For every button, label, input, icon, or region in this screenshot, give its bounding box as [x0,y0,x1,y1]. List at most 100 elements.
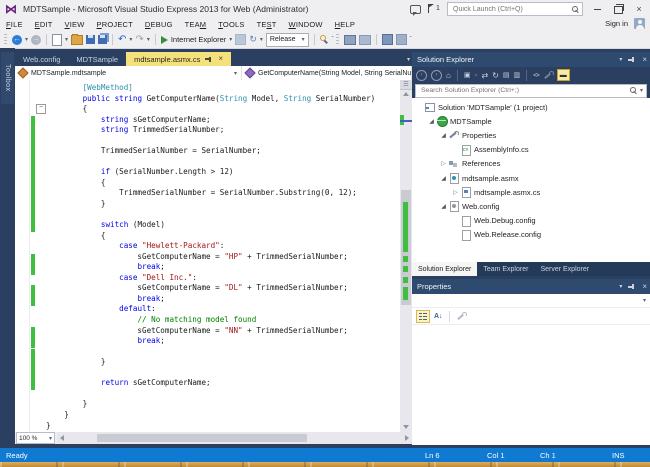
scroll-left-arrow[interactable] [57,432,67,444]
show-all-files-icon[interactable]: ▥ [514,71,521,79]
toolbar-grip-2[interactable] [336,34,339,45]
toolbox-tab[interactable]: Toolbox [1,52,14,104]
menu-tools[interactable]: TOOLS [212,20,250,29]
code-line[interactable]: case "Dell Inc.": [46,273,375,284]
properties-titlebar[interactable]: Properties ▾ × [412,279,650,294]
code-line[interactable]: if (SerialNumber.Length > 12) [46,167,375,178]
alphabetical-sort-icon[interactable]: A↓ [434,313,443,320]
properties-position-dropdown-icon[interactable]: ▾ [619,283,622,290]
tree-item-mdtsample-asmx[interactable]: ◢mdtsample.asmx [412,171,650,185]
tree-item-references[interactable]: ▷References [412,157,650,171]
solution-search-input[interactable] [419,86,626,95]
solution-explorer-titlebar[interactable]: Solution Explorer ▾ × [412,52,650,67]
extension-button-1[interactable] [382,34,393,45]
zoom-level-combo[interactable]: 100 % ▾ [16,432,55,444]
user-avatar-icon[interactable] [634,18,645,29]
quick-launch-input[interactable] [451,5,571,14]
code-line[interactable]: case "Hewlett-Packard": [46,241,375,252]
horizontal-scroll-thumb[interactable] [97,434,307,442]
properties-object-combo[interactable]: ▾ [412,294,650,308]
browser-target-label[interactable]: Internet Explorer [171,35,226,44]
save-button[interactable] [86,35,95,44]
code-line[interactable]: break; [46,294,375,305]
open-file-button[interactable] [71,35,83,45]
redo-button[interactable]: ↷ [135,35,143,45]
sign-in-link[interactable]: Sign in [605,19,628,28]
close-panel-icon[interactable]: × [642,55,647,64]
save-all-button[interactable] [98,35,107,44]
explorer-tab-server-explorer[interactable]: Server Explorer [534,262,595,276]
search-options-dropdown-icon[interactable]: ▾ [640,87,643,94]
nest-files-button[interactable] [359,35,371,45]
refresh-dropdown-icon[interactable]: ▾ [260,36,263,43]
tree-item-mdtsample[interactable]: ◢MDTSample [412,114,650,128]
iis-settings-button[interactable] [344,35,356,45]
properties-close-icon[interactable]: × [642,282,647,291]
undo-dropdown-icon[interactable]: ▾ [129,36,132,43]
method-dropdown[interactable]: GetComputerName(String Model, String Ser… [242,66,412,80]
code-line[interactable]: public string GetComputerName(String Mod… [46,94,375,105]
code-line[interactable]: sGetComputerName = "HP" + TrimmedSerialN… [46,252,375,263]
tree-item-mdtsample-asmx-cs[interactable]: ▷mdtsample.asmx.cs [412,185,650,199]
menu-help[interactable]: HELP [329,20,361,29]
code-line[interactable] [46,389,375,400]
expander-open-icon[interactable]: ◢ [427,118,436,125]
menu-project[interactable]: PROJECT [91,20,139,29]
code-line[interactable]: return sGetComputerName; [46,378,375,389]
menu-file[interactable]: FILE [0,20,29,29]
tree-item-web-debug-config[interactable]: Web.Debug.config [412,214,650,228]
menu-window[interactable]: WINDOW [283,20,329,29]
code-line[interactable] [46,136,375,147]
solution-search-box[interactable]: ▾ [415,84,647,98]
redo-dropdown-icon[interactable]: ▾ [147,36,150,43]
tree-item-properties[interactable]: ◢Properties [412,128,650,142]
extension-button-2[interactable] [396,34,407,45]
code-line[interactable]: } [46,199,375,210]
tab-pin-icon[interactable] [205,55,213,63]
tree-item-web-release-config[interactable]: Web.Release.config [412,228,650,242]
refresh-icon[interactable]: ↻ [492,71,499,80]
code-line[interactable]: TrimmedSerialNumber = SerialNumber; [46,146,375,157]
toolbar-overflow-icon[interactable]: ˇ [332,37,333,43]
tree-item-web-config[interactable]: ◢Web.config [412,199,650,213]
document-tab-web-config[interactable]: Web.config [15,52,68,66]
code-line[interactable] [46,347,375,358]
browser-dropdown-icon[interactable]: ▾ [229,36,232,43]
code-line[interactable]: sGetComputerName = "DL" + TrimmedSerialN… [46,283,375,294]
pending-changes-filter-icon[interactable]: ▤ [503,71,510,79]
windows-taskbar[interactable] [0,462,650,467]
expander-closed-icon[interactable]: ▷ [451,189,460,196]
class-dropdown[interactable]: MDTSample.mdtsample ▾ [15,66,242,80]
preview-selected-items-icon[interactable]: ▬ [557,69,570,81]
explorer-tab-solution-explorer[interactable]: Solution Explorer [412,262,477,276]
code-line[interactable]: TrimmedSerialNumber = SerialNumber.Subst… [46,188,375,199]
tree-item-assemblyinfo-cs[interactable]: AssemblyInfo.cs [412,143,650,157]
window-position-dropdown-icon[interactable]: ▾ [619,56,622,63]
tab-close-icon[interactable]: × [218,55,223,63]
back-icon[interactable]: ‹ [416,70,427,81]
back-dropdown-icon[interactable]: ▾ [25,36,28,43]
expander-closed-icon[interactable]: ▷ [439,160,448,167]
code-line[interactable]: { [46,231,375,242]
explorer-tab-team-explorer[interactable]: Team Explorer [477,262,534,276]
menu-debug[interactable]: DEBUG [139,20,179,29]
expander-open-icon[interactable]: ◢ [439,132,448,139]
quick-launch-box[interactable] [447,2,583,16]
vertical-scrollbar[interactable]: ☰ [400,80,412,432]
menu-team[interactable]: TEAM [179,20,213,29]
code-line[interactable] [46,157,375,168]
home-icon[interactable]: ⌂ [446,71,451,80]
toolbar-grip[interactable] [4,34,7,45]
scroll-down-arrow[interactable] [400,422,412,432]
code-line[interactable]: { [46,104,375,115]
attach-button[interactable] [235,34,246,45]
new-file-dropdown-icon[interactable]: ▾ [65,36,68,43]
navigate-forward-button[interactable]: → [31,35,41,45]
code-line[interactable] [46,210,375,221]
code-line[interactable]: } [46,357,375,368]
code-line[interactable]: // No matching model found [46,315,375,326]
horizontal-scrollbar[interactable] [57,432,412,444]
undo-button[interactable]: ↶ [118,35,126,45]
pin-icon[interactable] [628,56,636,64]
code-line[interactable]: string sGetComputerName; [46,115,375,126]
